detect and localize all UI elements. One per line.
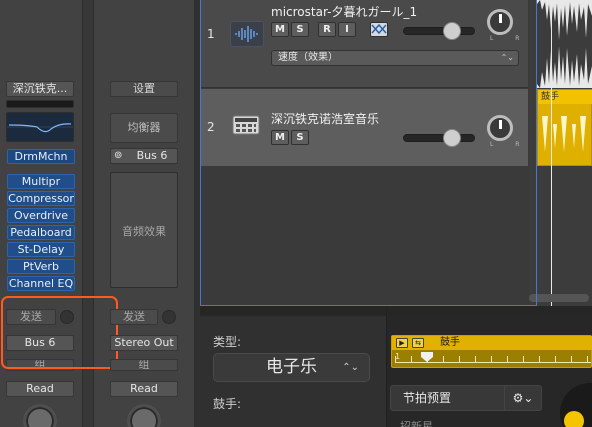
- record-enable-button[interactable]: R: [318, 22, 336, 37]
- genre-select[interactable]: 电子乐 ⌃⌄: [213, 353, 370, 382]
- automation-param-label: 速度（效果）: [278, 52, 338, 63]
- type-label: 类型:: [213, 335, 242, 349]
- pan-knob-track-1[interactable]: [487, 9, 513, 35]
- audio-fx-label: 音频效果: [122, 225, 166, 238]
- partial-label: 招新星: [400, 420, 433, 427]
- plugin-slot[interactable]: Overdrive: [7, 208, 75, 223]
- playhead[interactable]: [551, 0, 552, 306]
- plugin-slot[interactable]: Compressor: [7, 191, 75, 206]
- plugin-slot[interactable]: St-Delay: [7, 242, 75, 257]
- link-icon: ⊚: [114, 150, 123, 161]
- volume-fader-cap[interactable]: [443, 129, 461, 147]
- plugin-slot[interactable]: Channel EQ: [7, 276, 75, 291]
- pan-knob-track-2[interactable]: [487, 115, 513, 141]
- ruler: [395, 362, 591, 363]
- mute-button[interactable]: M: [271, 22, 289, 37]
- solo-button[interactable]: S: [291, 130, 309, 145]
- settings-button[interactable]: 设置: [110, 81, 178, 97]
- volume-fader-cap[interactable]: [443, 22, 461, 40]
- send-level-knob-2[interactable]: [162, 310, 176, 324]
- genre-value: 电子乐: [266, 357, 317, 377]
- track-number: 1: [207, 27, 215, 41]
- audio-fx-area[interactable]: 音频效果: [110, 172, 178, 288]
- instrument-slot[interactable]: DrmMchn: [7, 149, 75, 164]
- drummer-region-label: 鼓手: [538, 90, 592, 104]
- input-button[interactable]: ⊚ Bus 6: [110, 148, 178, 164]
- automation-icon[interactable]: [370, 22, 388, 37]
- drummer-label: 鼓手:: [213, 397, 242, 411]
- audio-waveform-icon: [230, 21, 264, 47]
- group-button-2[interactable]: 组: [110, 359, 178, 371]
- track-name[interactable]: microstar-夕暮れガール_1: [271, 3, 417, 20]
- automation-mode-button-2[interactable]: Read: [110, 381, 178, 397]
- track-number: 2: [207, 120, 215, 134]
- pan-lr-label: L R: [490, 35, 530, 42]
- audio-region[interactable]: [537, 0, 592, 88]
- input-monitor-button[interactable]: I: [338, 22, 356, 37]
- gear-icon[interactable]: ⚙⌄: [504, 385, 542, 411]
- plugin-slot[interactable]: Multipr: [7, 174, 75, 189]
- eq-thumbnail[interactable]: [6, 112, 74, 142]
- meter-slot: [6, 100, 74, 108]
- track-name[interactable]: 深沉铁克诺浩室音乐: [271, 110, 379, 127]
- automation-param-select[interactable]: 速度（效果） ⌃⌄: [271, 50, 519, 66]
- plugin-slot[interactable]: Pedalboard: [7, 225, 75, 240]
- chevron-updown-icon: ⌃⌄: [500, 53, 514, 62]
- drum-machine-icon: [230, 113, 264, 139]
- volume-fader[interactable]: [403, 27, 475, 35]
- input-label: Bus 6: [136, 149, 168, 162]
- send-slot-2[interactable]: 发送: [110, 309, 158, 325]
- mute-button[interactable]: M: [271, 130, 289, 145]
- automation-mode-button[interactable]: Read: [6, 381, 74, 397]
- plugin-slot[interactable]: PtVerb: [7, 259, 75, 274]
- highlight-outline: [1, 296, 118, 369]
- eq-button[interactable]: 均衡器: [110, 113, 178, 143]
- chevron-updown-icon: ⌃⌄: [342, 362, 359, 373]
- beat-preset-button[interactable]: 节拍预置: [390, 385, 510, 411]
- horizontal-scrollbar[interactable]: [529, 294, 589, 302]
- follow-icon[interactable]: ⇆: [412, 338, 424, 348]
- output-button-2[interactable]: Stereo Out: [110, 335, 178, 351]
- play-icon[interactable]: ▶: [396, 338, 408, 348]
- pan-lr-label: L R: [490, 141, 530, 148]
- volume-fader[interactable]: [403, 134, 475, 142]
- channel-name-button[interactable]: 深沉铁克...: [6, 81, 74, 97]
- solo-button[interactable]: S: [291, 22, 309, 37]
